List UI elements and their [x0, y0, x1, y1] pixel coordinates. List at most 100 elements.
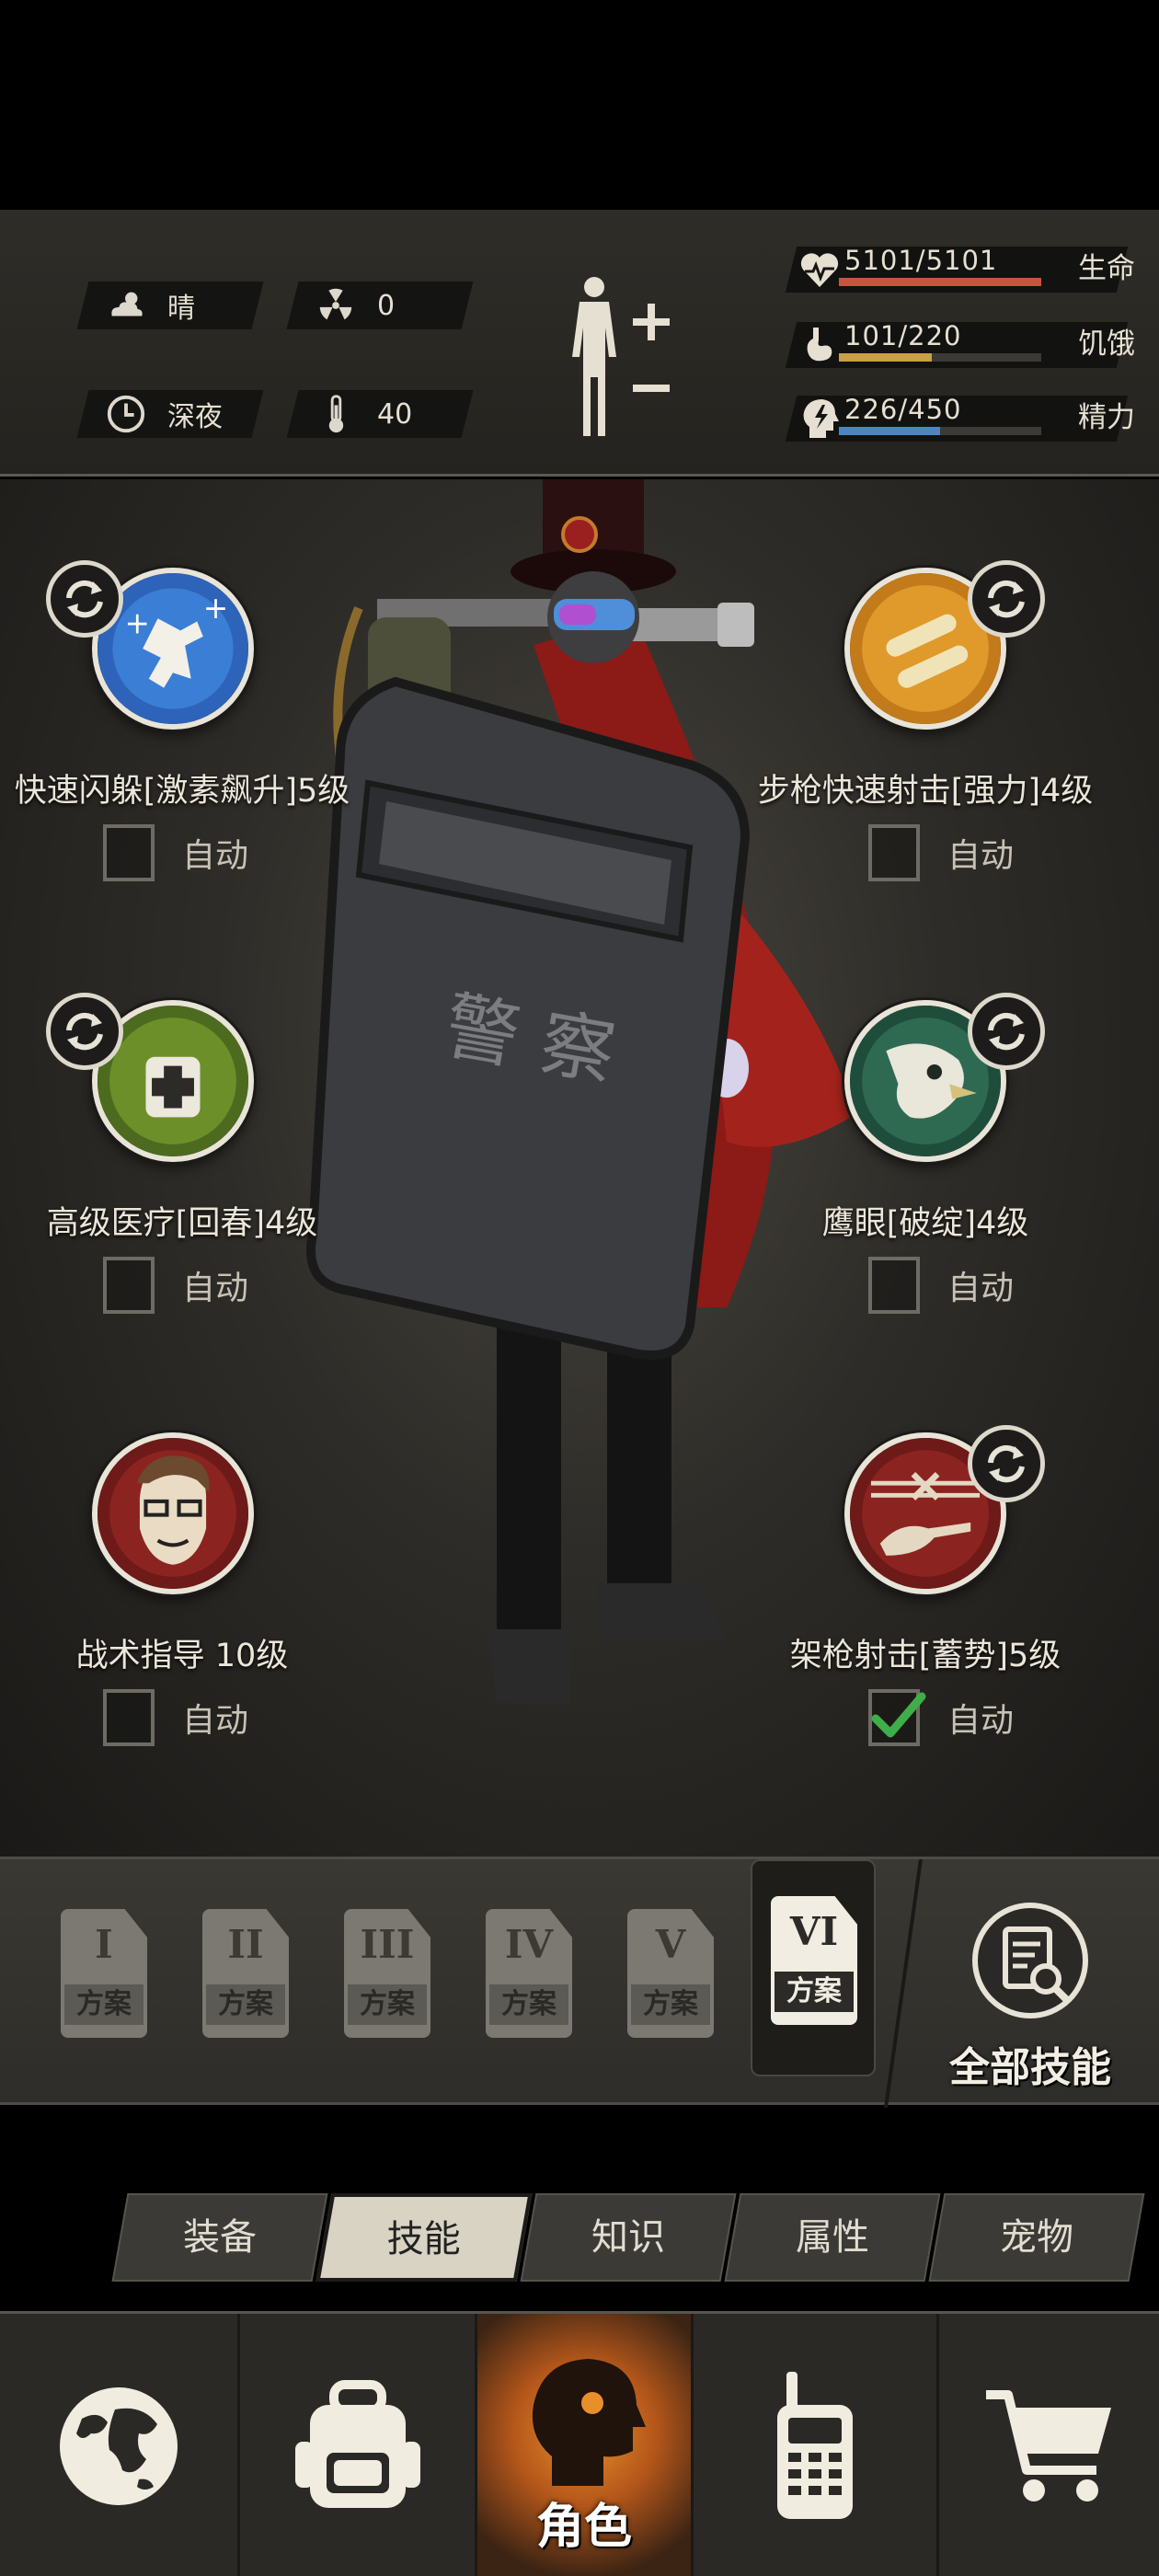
plan-button-5[interactable]: V 方案	[627, 1909, 714, 2038]
hunger-label: 饥饿	[1078, 328, 1135, 361]
backpack-icon	[294, 2380, 420, 2508]
plan-button-2[interactable]: II 方案	[202, 1909, 289, 2038]
plan-tag: 方案	[64, 1984, 143, 2025]
shopping-cart-icon	[985, 2390, 1111, 2501]
auto-label: 自动	[182, 1702, 249, 1740]
swap-arrows-icon	[988, 580, 1025, 618]
health-bar	[839, 278, 1041, 286]
swap-arrows-icon	[66, 1012, 103, 1051]
radiation-value: 0	[377, 289, 396, 322]
swap-arrows-icon	[988, 1012, 1025, 1051]
skill-name: 高级医疗[回春]4级	[46, 1205, 318, 1242]
status-panel: 晴 0 深夜 40 5101/5101 生命 101/220 饥饿 226/45…	[0, 210, 1159, 477]
all-skills-label: 全部技能	[949, 2044, 1111, 2091]
tab-equipment[interactable]: 装备	[111, 2193, 328, 2282]
time-chip: 深夜	[76, 390, 264, 438]
radiation-chip: 0	[286, 282, 474, 329]
energy-value: 226/450	[844, 394, 962, 425]
head-silhouette-icon	[532, 2359, 646, 2486]
stomach-icon	[807, 328, 832, 362]
nav-role-label: 角色	[535, 2500, 632, 2555]
bottom-navigation: 角色	[0, 2311, 1159, 2576]
auto-checkbox[interactable]	[103, 1257, 155, 1314]
nav-shop-button[interactable]	[939, 2314, 1159, 2576]
plan-numeral: IV	[504, 1922, 554, 1967]
weather-value: 晴	[167, 293, 195, 325]
auto-toggle[interactable]: 自动	[868, 1686, 1014, 1749]
nav-backpack-button[interactable]	[240, 2314, 475, 2576]
walkie-talkie-icon	[777, 2372, 853, 2519]
energy-bar	[839, 427, 940, 435]
character-illustration: 警 察	[306, 479, 855, 1703]
energy-stat: 226/450 精力	[778, 390, 1135, 445]
tab-skills[interactable]: 技能	[316, 2193, 533, 2282]
tab-label: 宠物	[1000, 2216, 1073, 2259]
heart-rate-icon	[800, 253, 839, 287]
character-sub-tabs: 装备 技能 知识 属性 宠物	[111, 2193, 1145, 2283]
health-stat: 5101/5101 生命	[778, 241, 1135, 296]
plan-button-3[interactable]: III 方案	[344, 1909, 430, 2038]
temperature-chip: 40	[286, 390, 474, 438]
nav-world-button[interactable]	[0, 2314, 237, 2576]
auto-label: 自动	[947, 1270, 1015, 1307]
swap-skill-button[interactable]	[46, 993, 123, 1070]
character-scene: 警 察 + + 快速闪躲[激素飙升]5级 自动 步枪快速射击[强力]4级 自动 …	[0, 479, 1159, 1857]
plan-tag: 方案	[348, 1984, 427, 2025]
swap-arrows-icon	[988, 1444, 1025, 1483]
body-status-button[interactable]	[563, 274, 683, 440]
plan-tag: 方案	[489, 1984, 568, 2025]
thermometer-icon	[328, 395, 344, 433]
swap-skill-button[interactable]	[968, 560, 1045, 638]
svg-text:+: +	[125, 606, 150, 641]
tab-knowledge[interactable]: 知识	[520, 2193, 737, 2282]
skill-plan-bar: I 方案 II 方案 III 方案 IV 方案 V 方案 VI 方案 全部技能	[0, 1857, 1159, 2108]
weather-chip: 晴	[76, 282, 264, 329]
plan-numeral: III	[360, 1922, 415, 1967]
hunger-value: 101/220	[844, 320, 962, 351]
energy-label: 精力	[1078, 401, 1135, 434]
plan-button-4[interactable]: IV 方案	[486, 1909, 572, 2038]
checkmark-icon	[871, 1692, 926, 1738]
plan-numeral: II	[227, 1922, 264, 1967]
hunger-bar	[839, 353, 933, 362]
plan-tag: 方案	[206, 1984, 285, 2025]
swap-skill-button[interactable]	[968, 993, 1045, 1070]
swap-skill-button[interactable]	[968, 1425, 1045, 1502]
document-search-icon	[972, 1903, 1088, 2018]
auto-toggle[interactable]: 自动	[868, 822, 1014, 884]
auto-checkbox[interactable]	[103, 824, 155, 881]
auto-label: 自动	[947, 1702, 1015, 1740]
tab-label: 技能	[386, 2218, 461, 2260]
auto-label: 自动	[182, 1270, 249, 1307]
swap-arrows-icon	[66, 580, 103, 618]
nav-radio-button[interactable]	[694, 2314, 936, 2576]
tab-label: 装备	[183, 2216, 257, 2259]
tab-attributes[interactable]: 属性	[724, 2193, 941, 2282]
auto-label: 自动	[182, 837, 249, 875]
plan-numeral: VI	[789, 1909, 839, 1954]
auto-checkbox[interactable]	[868, 1257, 920, 1314]
skill-name: 步枪快速射击[强力]4级	[757, 773, 1094, 810]
auto-checkbox[interactable]	[868, 824, 920, 881]
plan-button-1[interactable]: I 方案	[61, 1909, 147, 2038]
auto-toggle[interactable]: 自动	[868, 1254, 1014, 1317]
plan-button-6[interactable]: VI 方案	[771, 1896, 857, 2025]
tab-label: 属性	[796, 2216, 869, 2259]
auto-label: 自动	[947, 837, 1015, 875]
nav-role-button[interactable]: 角色	[477, 2314, 691, 2576]
all-skills-button[interactable]: 全部技能	[920, 1896, 1141, 2091]
auto-checkbox[interactable]	[868, 1689, 926, 1746]
auto-toggle[interactable]: 自动	[103, 1686, 248, 1749]
plan-tag: 方案	[631, 1984, 710, 2025]
skill-name: 快速闪躲[激素飙升]5级	[14, 773, 350, 810]
auto-toggle[interactable]: 自动	[103, 1254, 248, 1317]
auto-toggle[interactable]: 自动	[103, 822, 248, 884]
health-value: 5101/5101	[844, 245, 998, 276]
tactical-guidance-skill-icon[interactable]	[92, 1432, 254, 1594]
auto-checkbox[interactable]	[103, 1689, 155, 1746]
tab-pets[interactable]: 宠物	[928, 2193, 1145, 2282]
svg-text:+: +	[203, 591, 228, 626]
swap-skill-button[interactable]	[46, 560, 123, 638]
skill-name: 鹰眼[破绽]4级	[821, 1205, 1029, 1242]
globe-icon	[60, 2387, 178, 2505]
